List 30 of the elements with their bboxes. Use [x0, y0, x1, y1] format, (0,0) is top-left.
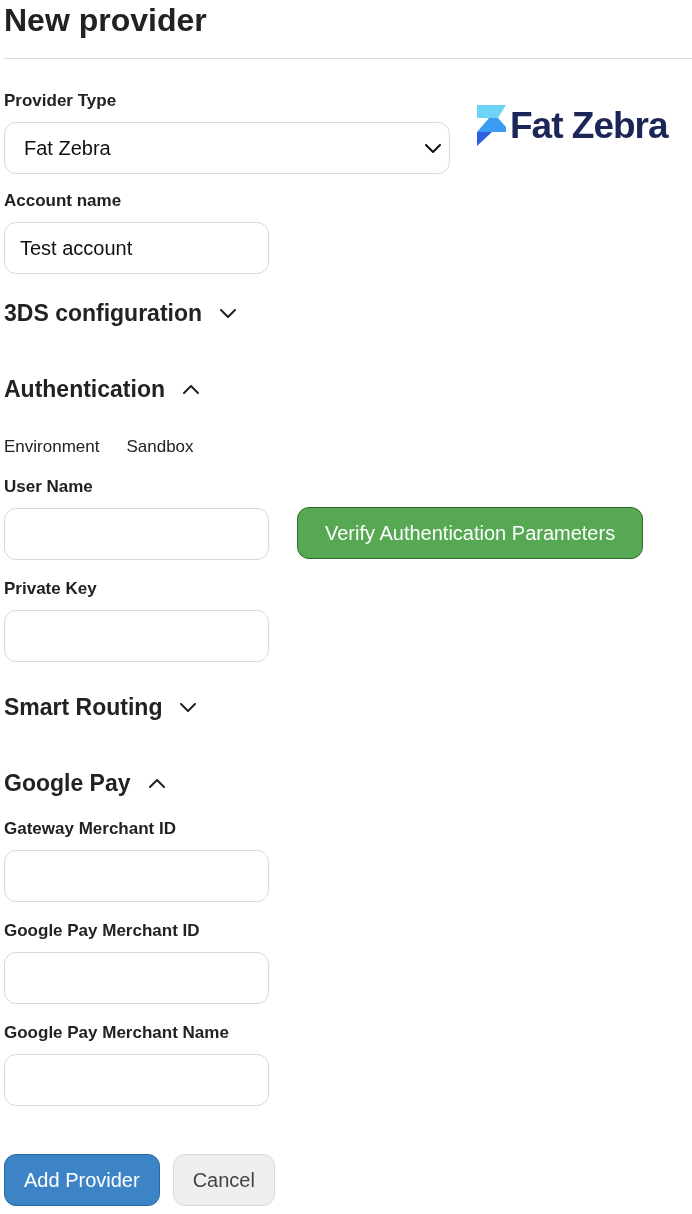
section-heading: Smart Routing: [4, 693, 163, 722]
info-value: Sandbox: [126, 436, 194, 458]
input-field[interactable]: [4, 610, 269, 662]
field-label: Private Key: [4, 578, 97, 600]
section-heading: Google Pay: [4, 769, 131, 798]
provider-type-select[interactable]: Fat Zebra: [4, 122, 450, 174]
field-label: Google Pay Merchant ID: [4, 920, 200, 942]
chevron-down-icon[interactable]: [180, 702, 197, 712]
cancel-button[interactable]: Cancel: [172, 1154, 275, 1206]
chevron-up-icon[interactable]: [183, 384, 199, 394]
field-label: User Name: [4, 476, 93, 498]
input-field[interactable]: [4, 508, 269, 560]
account-name-field[interactable]: Test account: [4, 222, 269, 274]
field-label: Gateway Merchant ID: [4, 818, 176, 840]
section-heading: Authentication: [4, 375, 165, 404]
chevron-up-icon[interactable]: [148, 778, 165, 788]
logo-text: Fat Zebra: [510, 109, 668, 142]
input-field[interactable]: [4, 1054, 269, 1106]
field-label: Account name: [4, 190, 122, 212]
section-heading: 3DS configuration: [4, 299, 203, 328]
field-label: Google Pay Merchant Name: [4, 1022, 229, 1044]
info-label: Environment: [4, 436, 100, 458]
input-field[interactable]: [4, 952, 269, 1004]
logo-icon: [477, 105, 508, 146]
submit-button[interactable]: Add Provider: [4, 1154, 160, 1206]
chevron-down-icon[interactable]: [425, 143, 441, 153]
input-field[interactable]: [4, 850, 269, 902]
chevron-down-icon[interactable]: [220, 308, 237, 318]
field-label: Provider Type: [4, 90, 117, 112]
page-title: New provider: [4, 1, 207, 40]
